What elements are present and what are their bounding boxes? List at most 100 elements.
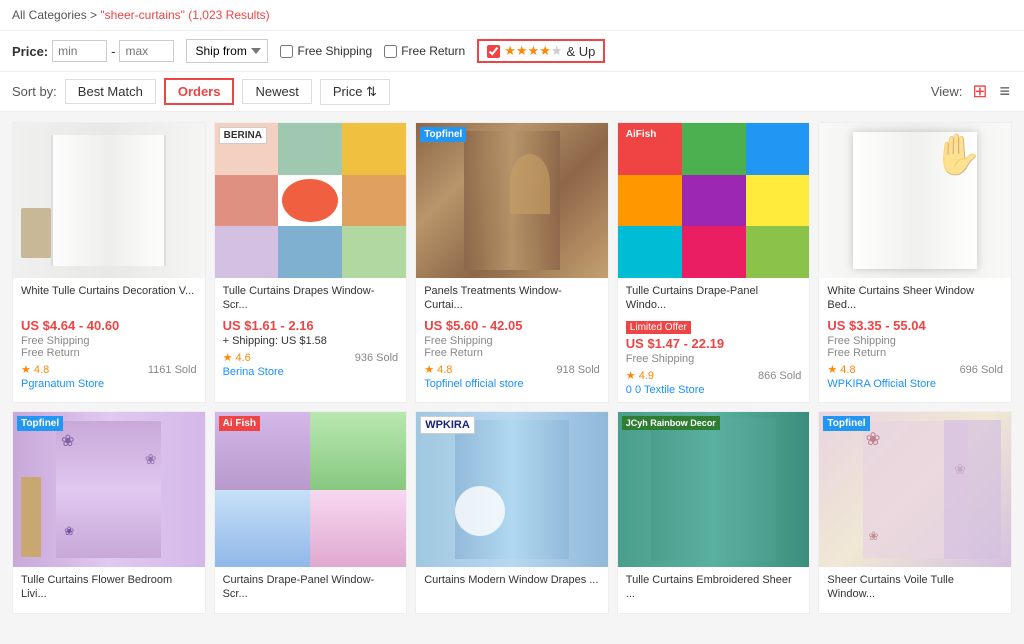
product-shipping: Free Shipping	[626, 353, 802, 365]
free-shipping-filter: Free Shipping	[280, 44, 372, 58]
product-info: Curtains Modern Window Drapes ...	[416, 567, 608, 613]
grid-view-button[interactable]: ⊞	[970, 79, 989, 104]
product-card[interactable]: JCyh Rainbow Decor Tulle Curtains Embroi…	[617, 411, 811, 614]
product-shipping: + Shipping: US $1.58	[223, 335, 399, 347]
breadcrumb: All Categories > "sheer-curtains" (1,023…	[0, 0, 1024, 31]
product-image: AiFish	[618, 123, 810, 278]
product-return: Free Return	[424, 347, 600, 359]
product-shipping: Free Shipping	[827, 335, 1003, 347]
rating-checkbox[interactable]	[487, 45, 500, 58]
product-image	[13, 123, 205, 278]
free-return-filter: Free Return	[384, 44, 465, 58]
limited-offer-badge: Limited Offer	[626, 321, 691, 334]
product-price: US $1.47 - 22.19	[626, 336, 802, 351]
product-info: Tulle Curtains Flower Bedroom Livi...	[13, 567, 205, 613]
results-count: (1,023 Results)	[188, 8, 269, 22]
price-label: Price:	[12, 44, 48, 59]
price-separator: -	[111, 44, 115, 59]
product-sold: 866 Sold	[758, 370, 801, 382]
product-title: Curtains Modern Window Drapes ...	[424, 573, 600, 603]
product-store[interactable]: Berina Store	[223, 366, 399, 378]
product-return: Free Return	[827, 347, 1003, 359]
product-card[interactable]: WPKIRA Curtains Modern Window Drapes ...	[415, 411, 609, 614]
product-rating: ★ 4.8	[424, 363, 452, 376]
product-sold: 696 Sold	[960, 364, 1003, 376]
product-info: Curtains Drape-Panel Window-Scr...	[215, 567, 407, 613]
product-image: Topfinel ❀ ❀ ❀	[13, 412, 205, 567]
product-title: Curtains Drape-Panel Window-Scr...	[223, 573, 399, 603]
product-image: Ai Fish	[215, 412, 407, 567]
sort-orders[interactable]: Orders	[164, 78, 235, 105]
product-shipping: Free Shipping	[424, 335, 600, 347]
product-rating: ★ 4.6	[223, 351, 251, 364]
product-sold: 936 Sold	[355, 352, 398, 364]
free-shipping-checkbox[interactable]	[280, 45, 293, 58]
product-rating: ★ 4.8	[21, 363, 49, 376]
product-title: Tulle Curtains Drape-Panel Windo...	[626, 284, 802, 314]
product-card[interactable]: ✋ White Curtains Sheer Window Bed... US …	[818, 122, 1012, 403]
product-title: Tulle Curtains Drapes Window-Scr...	[223, 284, 399, 314]
free-return-label: Free Return	[401, 44, 465, 58]
product-image: Topfinel	[416, 123, 608, 278]
price-filter: Price: -	[12, 40, 174, 62]
free-return-checkbox[interactable]	[384, 45, 397, 58]
product-price: US $4.64 - 40.60	[21, 318, 197, 333]
price-max-input[interactable]	[119, 40, 174, 62]
product-title: White Tulle Curtains Decoration V...	[21, 284, 197, 314]
product-info: White Tulle Curtains Decoration V... US …	[13, 278, 205, 396]
brand-badge: Topfinel	[17, 416, 63, 431]
product-price: US $3.35 - 55.04	[827, 318, 1003, 333]
sort-left: Sort by: Best Match Orders Newest Price …	[12, 78, 390, 105]
brand-badge: Topfinel	[420, 127, 466, 142]
brand-badge: AiFish	[622, 127, 661, 142]
product-info: White Curtains Sheer Window Bed... US $3…	[819, 278, 1011, 396]
product-meta: ★ 4.9 866 Sold	[626, 369, 802, 382]
rating-filter: ★★★★★ & Up	[477, 39, 605, 63]
product-card[interactable]: Topfinel Panels Treatments Window-Curtai…	[415, 122, 609, 403]
ship-from-select[interactable]: Ship from	[186, 39, 268, 63]
product-image: JCyh Rainbow Decor	[618, 412, 810, 567]
product-info: Tulle Curtains Drapes Window-Scr... US $…	[215, 278, 407, 384]
product-rating: ★ 4.8	[827, 363, 855, 376]
product-card[interactable]: Ai Fish Curtains Drape-Panel Window-Scr.…	[214, 411, 408, 614]
product-store[interactable]: WPKIRA Official Store	[827, 378, 1003, 390]
product-image: WPKIRA	[416, 412, 608, 567]
product-sold: 918 Sold	[556, 364, 599, 376]
sort-bar: Sort by: Best Match Orders Newest Price …	[0, 72, 1024, 112]
product-image: ✋	[819, 123, 1011, 278]
product-store[interactable]: 0 0 Textile Store	[626, 384, 802, 396]
product-shipping: Free Shipping	[21, 335, 197, 347]
product-store[interactable]: Pgranatum Store	[21, 378, 197, 390]
product-card[interactable]: White Tulle Curtains Decoration V... US …	[12, 122, 206, 403]
product-price: US $5.60 - 42.05	[424, 318, 600, 333]
product-card[interactable]: Topfinel ❀ ❀ ❀ Tulle Curtains Flower Bed…	[12, 411, 206, 614]
brand-badge: WPKIRA	[420, 416, 475, 434]
product-sold: 1161 Sold	[148, 364, 197, 376]
sort-price[interactable]: Price ⇅	[320, 79, 390, 105]
product-rating: ★ 4.9	[626, 369, 654, 382]
sort-best-match[interactable]: Best Match	[65, 79, 156, 104]
product-image: Topfinel ❀ ❀ ❀	[819, 412, 1011, 567]
brand-badge: JCyh Rainbow Decor	[622, 416, 720, 430]
sort-by-label: Sort by:	[12, 84, 57, 99]
list-view-button[interactable]: ≡	[997, 79, 1012, 104]
product-card[interactable]: BERINA Tulle Curtains Drapes Window-Scr.…	[214, 122, 408, 403]
product-info: Panels Treatments Window-Curtai... US $5…	[416, 278, 608, 396]
price-min-input[interactable]	[52, 40, 107, 62]
product-info: Tulle Curtains Drape-Panel Windo... Limi…	[618, 278, 810, 402]
product-info: Sheer Curtains Voile Tulle Window...	[819, 567, 1011, 613]
product-meta: ★ 4.8 918 Sold	[424, 363, 600, 376]
product-store[interactable]: Topfinel official store	[424, 378, 600, 390]
all-categories-link[interactable]: All Categories	[12, 8, 87, 22]
product-price: US $1.61 - 2.16	[223, 318, 399, 333]
brand-badge: Ai Fish	[219, 416, 260, 431]
sort-newest[interactable]: Newest	[242, 79, 311, 104]
product-card[interactable]: AiFish Tulle Curtains Drape-Panel Windo.…	[617, 122, 811, 403]
rating-stars: ★★★★★	[504, 43, 562, 59]
product-return: Free Return	[21, 347, 197, 359]
sort-right: View: ⊞ ≡	[931, 79, 1012, 104]
products-grid: White Tulle Curtains Decoration V... US …	[0, 112, 1024, 624]
product-card[interactable]: Topfinel ❀ ❀ ❀ Sheer Curtains Voile Tull…	[818, 411, 1012, 614]
filters-bar: Price: - Ship from Free Shipping Free Re…	[0, 31, 1024, 72]
product-info: Tulle Curtains Embroidered Sheer ...	[618, 567, 810, 613]
